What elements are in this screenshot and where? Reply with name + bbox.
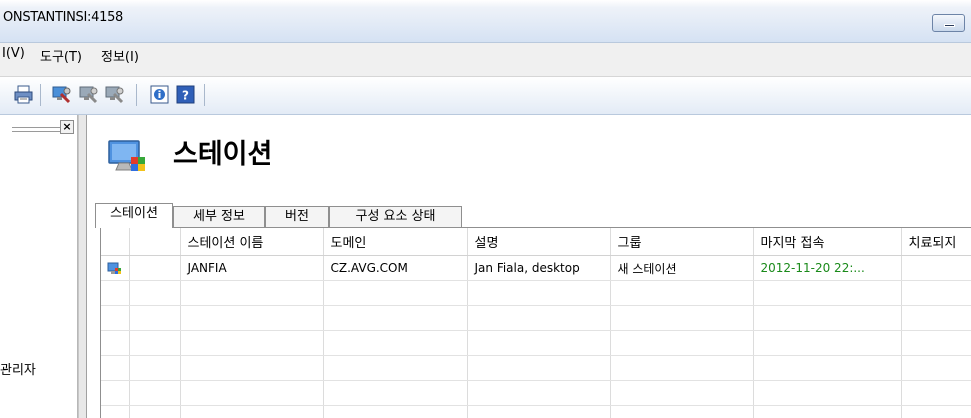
main-content: 스테이션 스테이션 세부 정보 버전 구성 요소 상태 스테이션 이름 도메인 … [87, 115, 971, 418]
toolbar: ? [0, 77, 971, 115]
minimize-button[interactable] [932, 14, 965, 32]
help-icon[interactable]: ? [176, 85, 195, 104]
nav-item-admin[interactable]: 관리자 [0, 359, 36, 378]
station-icon [107, 262, 121, 274]
row-station-name: JANFIA [180, 255, 324, 281]
pane-grip[interactable] [12, 127, 60, 132]
column-header-description[interactable]: 설명 [467, 228, 611, 256]
table-row[interactable]: JANFIA CZ.AVG.COM Jan Fiala, desktop 새 스… [101, 255, 971, 281]
row-description: Jan Fiala, desktop [467, 255, 611, 281]
stations-table: 스테이션 이름 도메인 설명 그룹 마지막 접속 치료되지 JANFIA CZ.… [101, 228, 971, 418]
svg-text:?: ? [182, 89, 189, 103]
toolbar-separator [204, 84, 205, 106]
table-row [101, 280, 971, 306]
navigation-pane-header: × [0, 117, 78, 137]
stations-grid: 스테이션 이름 도메인 설명 그룹 마지막 접속 치료되지 JANFIA CZ.… [100, 227, 971, 418]
tab-component-status[interactable]: 구성 요소 상태 [329, 206, 462, 227]
toolbar-separator [136, 84, 137, 106]
column-header-icon[interactable] [101, 228, 130, 256]
menu-bar: I(V) 도구(T) 정보(I) [0, 43, 971, 77]
column-header-station-name[interactable]: 스테이션 이름 [180, 228, 324, 256]
row-last-contact: 2012-11-20 22:... [753, 255, 902, 281]
column-header-domain[interactable]: 도메인 [323, 228, 468, 256]
column-header-last-contact[interactable]: 마지막 접속 [753, 228, 902, 256]
tab-stations[interactable]: 스테이션 [95, 203, 173, 228]
tab-details[interactable]: 세부 정보 [173, 206, 265, 227]
window-titlebar[interactable]: ONSTANTINSI:4158 [0, 0, 971, 43]
station-icon [107, 139, 149, 175]
row-station-icon-cell [101, 255, 130, 281]
close-icon[interactable]: × [60, 120, 74, 134]
row-status-cell [129, 255, 181, 281]
station-tool-icon[interactable] [79, 85, 98, 104]
minimize-icon [944, 24, 955, 27]
row-domain: CZ.AVG.COM [323, 255, 468, 281]
menu-view[interactable]: I(V) [2, 46, 25, 61]
table-row [101, 405, 971, 418]
table-row [101, 305, 971, 331]
pane-splitter[interactable] [78, 115, 87, 418]
info-icon[interactable] [150, 85, 169, 104]
navigation-pane: × 관리자 [0, 115, 78, 418]
column-header-status[interactable] [129, 228, 181, 256]
row-group: 새 스테이션 [610, 255, 754, 281]
column-header-cured[interactable]: 치료되지 [901, 228, 971, 256]
table-row [101, 380, 971, 406]
row-cured [901, 255, 971, 281]
menu-info[interactable]: 정보(I) [101, 46, 139, 65]
column-header-group[interactable]: 그룹 [610, 228, 754, 256]
station-tool-icon[interactable] [52, 85, 71, 104]
window-title: ONSTANTINSI:4158 [3, 10, 124, 25]
toolbar-separator [40, 84, 41, 106]
table-row [101, 330, 971, 356]
station-tool-icon[interactable] [105, 85, 124, 104]
printer-icon[interactable] [14, 85, 33, 104]
tab-version[interactable]: 버전 [265, 206, 329, 227]
menu-tools[interactable]: 도구(T) [40, 46, 82, 65]
table-row [101, 355, 971, 381]
table-header-row: 스테이션 이름 도메인 설명 그룹 마지막 접속 치료되지 [101, 228, 971, 256]
page-title: 스테이션 [173, 139, 273, 170]
